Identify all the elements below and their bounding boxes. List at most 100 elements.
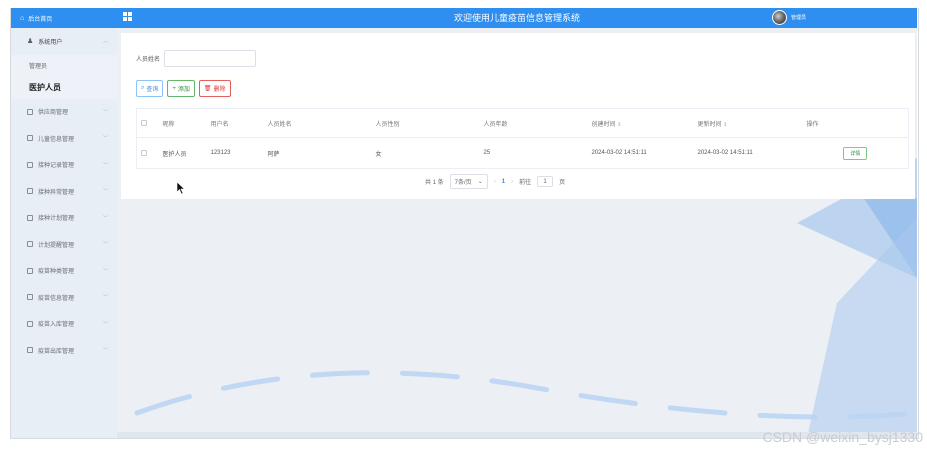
pagination-total: 共 1 条 xyxy=(425,180,444,186)
action-cell: 详情 xyxy=(802,137,909,169)
page-size-select[interactable]: 7条/页 ⌄ xyxy=(449,174,488,189)
table-cell: 25 xyxy=(479,137,588,169)
table-cell: 2024-03-02 14:51:11 xyxy=(587,137,694,169)
column-header-label: 更新时间 xyxy=(697,121,722,128)
avatar[interactable] xyxy=(772,10,787,25)
column-header: 用户名 xyxy=(206,108,264,138)
table-row: 医护人员 123123 阿萨 女 25 2024-03-02 14:51:11 … xyxy=(136,137,909,169)
chevron-down-icon: ﹀ xyxy=(102,241,108,248)
document-icon xyxy=(27,294,33,301)
username-label: 管理员 xyxy=(791,15,807,21)
column-header: 人员性别 xyxy=(371,108,480,138)
search-label: 人员姓名 xyxy=(136,57,161,63)
detail-button[interactable]: 详情 xyxy=(843,146,868,160)
sidebar-item-supplier[interactable]: 供应商管理 ﹀ xyxy=(11,99,117,126)
sidebar-item-vaccine-stock-in[interactable]: 疫苗入库管理 ﹀ xyxy=(11,311,117,338)
delete-button-label: 删除 xyxy=(213,87,226,93)
home-icon: ⌂ xyxy=(20,14,25,22)
row-select-cell xyxy=(136,137,159,169)
table-header-row: 昵称 用户名 人员姓名 人员性别 人员年龄 创建时间 ⇕ 更新时间 ⇕ 操作 xyxy=(136,108,909,138)
sidebar-subitem-admin[interactable]: 管理员 xyxy=(11,54,117,77)
query-button[interactable]: ⌕ 查询 xyxy=(136,80,164,97)
chevron-down-icon: ﹀ xyxy=(102,109,108,116)
page-size-value: 7条/页 xyxy=(454,180,472,186)
prev-page-button[interactable]: ‹ xyxy=(494,179,496,185)
user-menu[interactable]: 管理员 xyxy=(772,10,806,25)
sidebar-home-item[interactable]: ⌂ 后台首页 xyxy=(11,8,117,28)
search-icon: ⌕ xyxy=(141,85,145,91)
chevron-down-icon: ﹀ xyxy=(102,321,108,328)
sort-icon[interactable]: ⇕ xyxy=(723,122,727,128)
select-all-checkbox[interactable] xyxy=(141,119,147,126)
sidebar-item-label: 疫苗种类管理 xyxy=(38,269,75,276)
column-header: 人员姓名 xyxy=(263,108,372,138)
document-icon xyxy=(27,188,33,195)
chevron-down-icon: ﹀ xyxy=(102,294,108,301)
staff-table: 昵称 用户名 人员姓名 人员性别 人员年龄 创建时间 ⇕ 更新时间 ⇕ 操作 医… xyxy=(136,108,909,169)
sidebar-item-vaccination-record[interactable]: 接种记录管理 ﹀ xyxy=(11,152,117,179)
query-button-label: 查询 xyxy=(146,87,159,93)
main-content: 人员姓名 ⌕ 查询 + 添加 🗑 删除 昵称 用户名 人员姓名 人员性别 人员年… xyxy=(117,28,917,438)
sidebar-item-system-users[interactable]: ♟ 系统用户 ︿ xyxy=(11,28,117,55)
mouse-cursor-icon xyxy=(177,182,185,194)
page-suffix-label: 页 xyxy=(559,180,566,186)
sidebar: ⌂ 后台首页 ♟ 系统用户 ︿ 管理员 医护人员 供应商管理 ﹀ 儿童信息管理 … xyxy=(11,8,117,438)
chevron-down-icon: ⌄ xyxy=(477,179,483,185)
column-header-label: 创建时间 xyxy=(591,121,616,128)
sidebar-subitem-medical-staff[interactable]: 医护人员 xyxy=(11,76,117,99)
sidebar-item-vaccination-plan[interactable]: 接种计划管理 ﹀ xyxy=(11,205,117,232)
add-button[interactable]: + 添加 xyxy=(167,80,195,97)
sidebar-home-label: 后台首页 xyxy=(28,16,53,23)
document-icon xyxy=(27,241,33,248)
next-page-button[interactable]: › xyxy=(511,179,513,185)
sidebar-item-label: 儿童信息管理 xyxy=(38,136,75,143)
staff-name-input[interactable] xyxy=(164,50,257,67)
sidebar-item-label: 疫苗入库管理 xyxy=(38,322,75,329)
document-icon xyxy=(27,347,33,354)
column-header: 操作 xyxy=(802,108,909,138)
goto-page-input[interactable]: 1 xyxy=(537,176,554,187)
sidebar-item-plan-reminder[interactable]: 计划提醒管理 ﹀ xyxy=(11,231,117,258)
sidebar-menu: ♟ 系统用户 ︿ 管理员 医护人员 供应商管理 ﹀ 儿童信息管理 ﹀ 接种记录管… xyxy=(11,28,117,364)
watermark: CSDN @weixin_bysj1330 xyxy=(762,429,923,445)
chevron-down-icon: ﹀ xyxy=(102,347,108,354)
chevron-down-icon: ﹀ xyxy=(102,215,108,222)
column-header: 昵称 xyxy=(158,108,207,138)
select-all-cell xyxy=(136,108,159,138)
action-toolbar: ⌕ 查询 + 添加 🗑 删除 xyxy=(136,80,231,97)
row-checkbox[interactable] xyxy=(141,149,147,156)
chevron-up-icon: ︿ xyxy=(102,38,108,45)
staff-list-panel: 人员姓名 ⌕ 查询 + 添加 🗑 删除 昵称 用户名 人员姓名 人员性别 人员年… xyxy=(121,33,915,199)
chevron-down-icon: ﹀ xyxy=(102,135,108,142)
sidebar-subitem-label: 管理员 xyxy=(29,64,48,70)
sidebar-item-vaccination-abnormal[interactable]: 接种异常管理 ﹀ xyxy=(11,178,117,205)
sidebar-item-label: 接种记录管理 xyxy=(38,163,75,170)
document-icon xyxy=(27,267,33,274)
table-cell: 医护人员 xyxy=(158,137,207,169)
sidebar-subitem-label: 医护人员 xyxy=(29,83,61,92)
sidebar-item-label: 接种计划管理 xyxy=(38,216,75,223)
user-icon: ♟ xyxy=(27,38,34,46)
document-icon xyxy=(27,161,33,168)
trash-icon: 🗑 xyxy=(203,86,212,92)
chevron-down-icon: ﹀ xyxy=(102,268,108,275)
chevron-down-icon: ﹀ xyxy=(102,188,108,195)
search-form: 人员姓名 xyxy=(136,50,257,67)
plus-icon: + xyxy=(172,85,176,92)
goto-label: 前往 xyxy=(519,180,532,186)
chevron-down-icon: ﹀ xyxy=(102,162,108,169)
sort-icon[interactable]: ⇕ xyxy=(617,122,621,128)
sidebar-item-vaccine-info[interactable]: 疫苗信息管理 ﹀ xyxy=(11,284,117,311)
column-header-sortable[interactable]: 创建时间 ⇕ xyxy=(587,108,694,138)
current-page[interactable]: 1 xyxy=(502,179,505,185)
table-cell: 女 xyxy=(371,137,480,169)
column-header-sortable[interactable]: 更新时间 ⇕ xyxy=(693,108,803,138)
sidebar-item-vaccine-stock-out[interactable]: 疫苗出库管理 ﹀ xyxy=(11,337,117,364)
sidebar-item-child-info[interactable]: 儿童信息管理 ﹀ xyxy=(11,125,117,152)
sidebar-item-label: 疫苗信息管理 xyxy=(38,295,75,302)
top-header: 欢迎使用儿童疫苗信息管理系统 管理员 xyxy=(117,8,917,28)
sidebar-item-vaccine-type[interactable]: 疫苗种类管理 ﹀ xyxy=(11,258,117,285)
document-icon xyxy=(27,320,33,327)
delete-button[interactable]: 🗑 删除 xyxy=(198,80,231,97)
sidebar-item-label: 接种异常管理 xyxy=(38,189,75,196)
